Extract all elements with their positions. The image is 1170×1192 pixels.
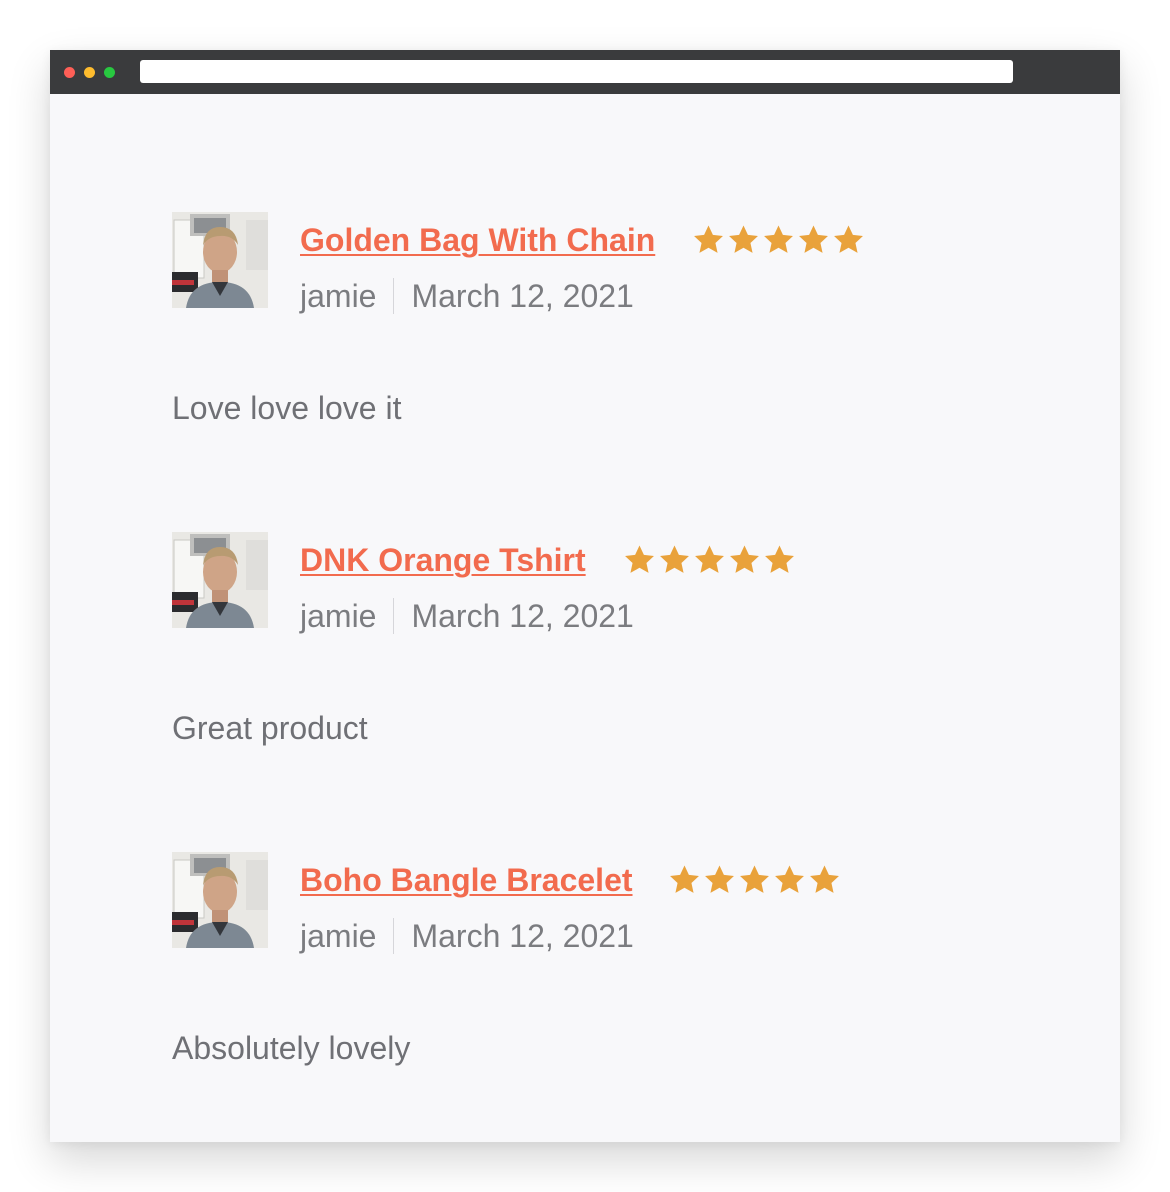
review-author: jamie <box>300 278 377 314</box>
star-icon <box>660 545 689 573</box>
review-author: jamie <box>300 598 377 634</box>
review-meta: jamie March 12, 2021 <box>300 276 634 316</box>
review-date: March 12, 2021 <box>411 278 634 314</box>
minimize-window-button[interactable] <box>84 67 95 78</box>
star-icon <box>834 225 863 253</box>
star-icon <box>670 865 699 893</box>
star-icon <box>695 545 724 573</box>
star-icon <box>730 545 759 573</box>
reviewer-avatar <box>172 852 268 948</box>
star-icon <box>625 545 654 573</box>
star-rating <box>667 860 842 900</box>
review-meta: jamie March 12, 2021 <box>300 916 634 956</box>
browser-titlebar <box>50 50 1120 94</box>
product-link[interactable]: Boho Bangle Bracelet <box>300 860 633 900</box>
maximize-window-button[interactable] <box>104 67 115 78</box>
meta-divider <box>393 598 395 634</box>
star-icon <box>729 225 758 253</box>
review-date: March 12, 2021 <box>411 598 634 634</box>
review-author: jamie <box>300 918 377 954</box>
meta-divider <box>393 278 395 314</box>
star-icon <box>764 225 793 253</box>
star-rating <box>622 540 797 580</box>
review-date: March 12, 2021 <box>411 918 634 954</box>
star-icon <box>705 865 734 893</box>
review-text: Great product <box>172 710 368 746</box>
meta-divider <box>393 918 395 954</box>
star-icon <box>810 865 839 893</box>
product-link[interactable]: DNK Orange Tshirt <box>300 540 586 580</box>
review-text: Absolutely lovely <box>172 1030 411 1066</box>
address-bar[interactable] <box>140 60 1013 83</box>
star-icon <box>765 545 794 573</box>
reviewer-avatar <box>172 212 268 308</box>
star-icon <box>694 225 723 253</box>
product-link[interactable]: Golden Bag With Chain <box>300 220 655 260</box>
reviewer-avatar <box>172 532 268 628</box>
review-meta: jamie March 12, 2021 <box>300 596 634 636</box>
review-text: Love love love it <box>172 390 402 426</box>
close-window-button[interactable] <box>64 67 75 78</box>
browser-window: Golden Bag With Chain jamie March 12, 20… <box>50 50 1120 1142</box>
star-icon <box>740 865 769 893</box>
star-icon <box>799 225 828 253</box>
star-icon <box>775 865 804 893</box>
star-rating <box>691 220 866 260</box>
